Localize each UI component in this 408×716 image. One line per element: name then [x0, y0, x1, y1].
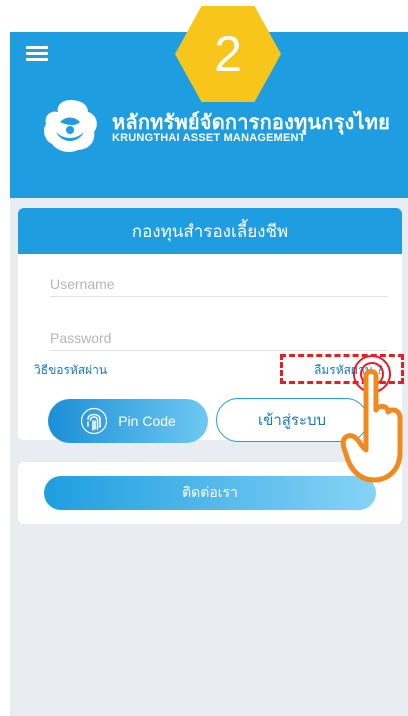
username-input[interactable]	[50, 272, 388, 297]
pointing-hand-icon	[340, 355, 403, 483]
pin-code-label: Pin Code	[118, 413, 176, 429]
brand-name-english: KRUNGTHAI ASSET MANAGEMENT	[112, 132, 306, 144]
contact-us-button[interactable]: ติดต่อเรา	[44, 476, 376, 510]
how-to-request-password-link[interactable]: วิธีขอรหัสผ่าน	[34, 361, 107, 380]
login-button-label: เข้าสู่ระบบ	[257, 411, 327, 429]
krungthai-logo	[44, 100, 97, 152]
login-card-title: กองทุนสำรองเลี้ยงชีพ	[18, 208, 402, 254]
password-input[interactable]	[50, 326, 388, 351]
fingerprint-icon	[81, 407, 108, 435]
step-number: 2	[214, 26, 242, 82]
menu-icon[interactable]	[26, 46, 48, 62]
pin-code-button[interactable]: Pin Code	[48, 399, 208, 443]
contact-us-label: ติดต่อเรา	[182, 485, 238, 501]
